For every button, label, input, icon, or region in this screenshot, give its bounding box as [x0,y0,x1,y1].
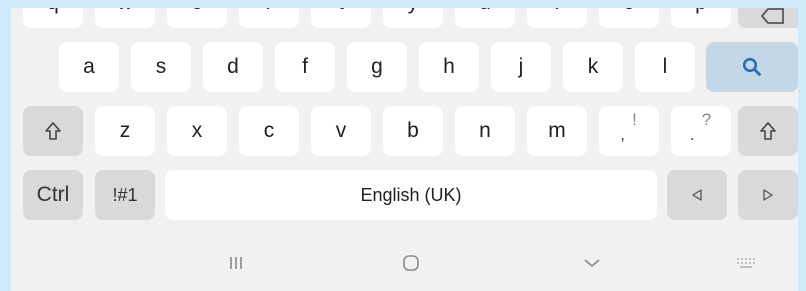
back-button[interactable] [577,248,607,278]
key-label: g [371,55,383,78]
key-h[interactable]: h [419,42,479,92]
key-label: ,! [620,110,638,145]
cursor-right-key[interactable] [738,170,798,220]
key-q[interactable]: q [23,8,83,28]
shift-key-right[interactable] [738,106,798,156]
punct-main: , [620,123,627,144]
search-key[interactable] [706,42,798,92]
cursor-left-key[interactable] [667,170,727,220]
key-n[interactable]: n [455,106,515,156]
space-bar[interactable]: English (UK) [165,170,657,220]
key-e[interactable]: e [167,8,227,28]
key-label: k [587,55,599,78]
key-label: z [119,119,131,142]
key-label: j [518,55,524,78]
shift-key-left[interactable] [23,106,83,156]
keyboard-hide-button[interactable] [731,250,761,276]
key-p[interactable]: p [671,8,731,28]
key-label: n [479,119,491,142]
key-label: c [263,119,275,142]
punct-alt: ! [632,109,638,129]
recent-apps-button[interactable] [221,248,251,278]
shift-icon [44,121,62,141]
key-j[interactable]: j [491,42,551,92]
key-label: r [266,8,273,15]
key-label: f [302,55,308,78]
key-r[interactable]: r [239,8,299,28]
key-l[interactable]: l [635,42,695,92]
key-label: Ctrl [36,183,70,206]
key-s[interactable]: s [131,42,191,92]
space-bar-label: English (UK) [360,184,462,205]
key-label: l [662,55,668,78]
key-c[interactable]: c [239,106,299,156]
symbols-key[interactable]: !#1 [95,170,155,220]
key-z[interactable]: z [95,106,155,156]
key-label: u [479,8,491,15]
home-button[interactable] [396,248,426,278]
key-label: .? [689,110,712,145]
key-label: m [548,119,566,142]
backspace-icon [761,8,785,24]
key-label: t [338,8,344,15]
keyboard: q w e r t y u i o p a s d f g h j k l z … [11,8,798,291]
key-g[interactable]: g [347,42,407,92]
key-label: h [443,55,455,78]
key-a[interactable]: a [59,42,119,92]
key-label: q [47,8,59,15]
key-label: i [555,8,560,15]
key-label: v [335,119,347,142]
key-label: d [227,55,239,78]
back-icon [584,258,600,268]
key-o[interactable]: o [599,8,659,28]
key-x[interactable]: x [167,106,227,156]
key-u[interactable]: u [455,8,515,28]
arrow-left-icon [692,189,702,201]
key-label: !#1 [112,184,138,205]
key-label: w [117,8,132,15]
home-icon [402,254,420,272]
key-m[interactable]: m [527,106,587,156]
ctrl-key[interactable]: Ctrl [23,170,83,220]
punct-main: . [689,123,696,144]
key-label: y [408,8,419,15]
key-label: e [191,8,203,15]
key-label: a [83,55,95,78]
punct-alt: ? [701,109,713,129]
key-k[interactable]: k [563,42,623,92]
key-period[interactable]: .? [671,106,731,156]
search-icon [742,57,762,77]
key-v[interactable]: v [311,106,371,156]
key-label: s [155,55,167,78]
key-y[interactable]: y [383,8,443,28]
key-i[interactable]: i [527,8,587,28]
key-label: p [695,8,707,15]
key-d[interactable]: d [203,42,263,92]
shift-icon [759,121,777,141]
key-label: o [623,8,635,15]
backspace-key[interactable] [738,8,798,28]
key-label: b [407,119,419,142]
key-w[interactable]: w [95,8,155,28]
recent-apps-icon [228,256,244,270]
key-t[interactable]: t [311,8,371,28]
key-label: x [191,119,203,142]
key-comma[interactable]: ,! [599,106,659,156]
arrow-right-icon [763,189,773,201]
key-b[interactable]: b [383,106,443,156]
key-f[interactable]: f [275,42,335,92]
keyboard-hide-icon [736,257,756,269]
